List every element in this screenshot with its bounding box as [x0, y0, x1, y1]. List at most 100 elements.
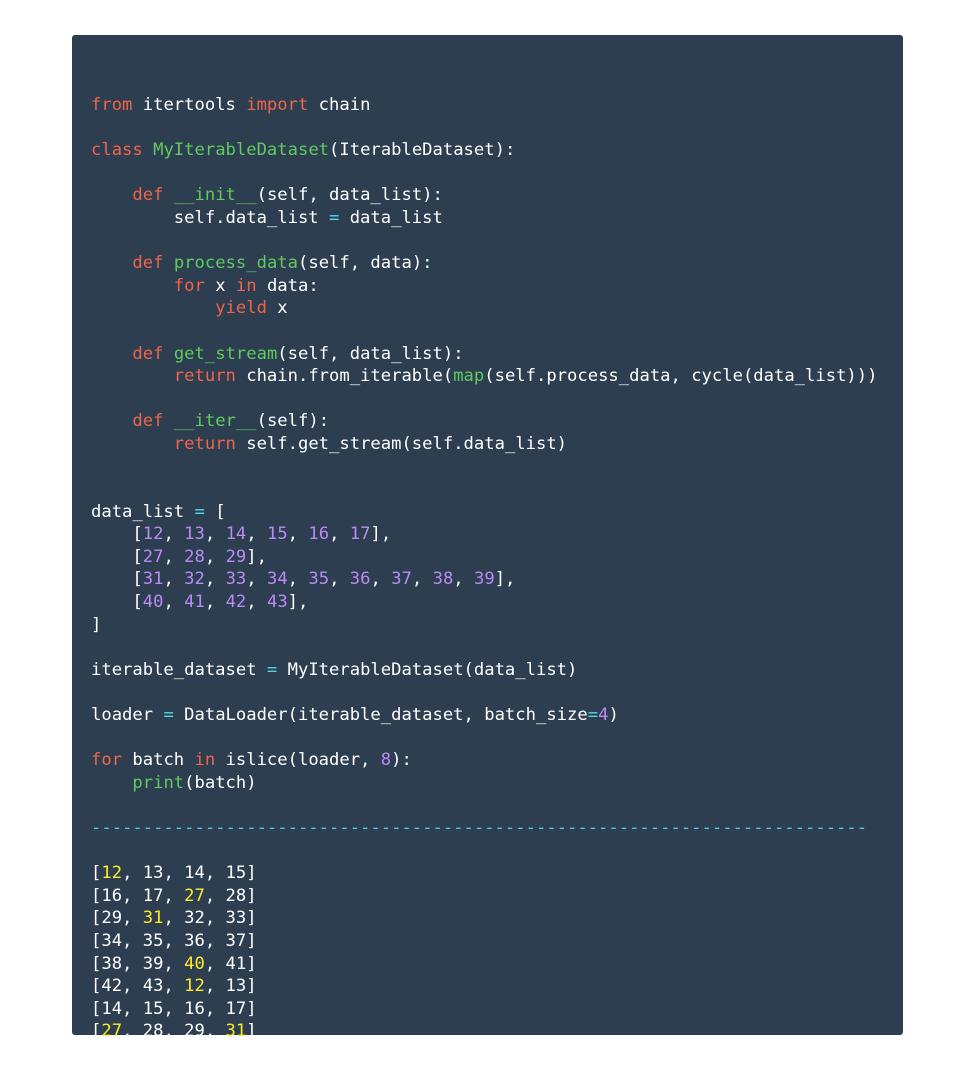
- code-text: (batch): [184, 772, 257, 793]
- code-text: DataLoader(iterable_dataset, batch_size: [173, 705, 588, 726]
- number-token: 29: [225, 546, 247, 567]
- code-text: chain: [308, 95, 371, 115]
- code-line: for batch in islice(loader, 8):: [91, 749, 903, 772]
- highlighted-value: 12: [184, 976, 205, 997]
- number-token: 33: [225, 569, 247, 590]
- code-line: [31, 32, 33, 34, 35, 36, 37, 38, 39],: [91, 568, 903, 591]
- code-text: ):: [391, 750, 412, 771]
- code-text: ,: [163, 546, 185, 567]
- code-line: ----------------------------------------…: [91, 817, 903, 840]
- highlighted-value: 27: [184, 885, 205, 906]
- code-text: [38, 39,: [91, 953, 185, 974]
- number-token: 34: [266, 569, 288, 590]
- highlighted-value: 12: [101, 863, 123, 884]
- code-text: [: [91, 569, 143, 590]
- code-line: from itertools import chain: [91, 94, 903, 117]
- code-text: ,: [287, 569, 309, 590]
- keyword-token: return: [173, 433, 236, 454]
- number-token: 35: [308, 569, 330, 590]
- code-text: ,: [329, 569, 350, 590]
- code-text: [42, 43,: [91, 976, 185, 997]
- number-token: 41: [184, 592, 205, 613]
- code-line: [12, 13, 14, 15, 16, 17],: [91, 523, 903, 546]
- operator-token: =: [194, 501, 205, 522]
- code-text: self.data_list: [91, 207, 329, 228]
- function-token: process_data: [173, 253, 298, 274]
- number-token: 27: [142, 546, 164, 567]
- keyword-token: yield: [215, 298, 267, 319]
- code-text: data_list: [91, 501, 195, 522]
- code-text: ]: [246, 1021, 257, 1042]
- code-text: , 41]: [204, 953, 257, 974]
- code-text: data:: [256, 275, 319, 296]
- keyword-token: in: [235, 275, 257, 296]
- code-text: x: [204, 275, 236, 296]
- code-text: ,: [204, 569, 226, 590]
- code-text: [29,: [91, 908, 143, 929]
- code-text: , 13, 14, 15]: [122, 863, 257, 884]
- code-text: (self, data):: [298, 253, 433, 274]
- code-text: ,: [287, 524, 309, 545]
- code-line: data_list = [: [91, 501, 903, 524]
- code-text: ],: [246, 546, 267, 567]
- code-text: ,: [246, 524, 267, 545]
- code-text: ,: [163, 592, 185, 613]
- code-text: ,: [204, 592, 226, 613]
- keyword-token: for: [91, 750, 123, 771]
- keyword-token: import: [246, 95, 309, 115]
- code-text: ,: [204, 546, 226, 567]
- number-token: 31: [142, 569, 164, 590]
- number-token: 28: [184, 546, 205, 567]
- function-token: get_stream: [173, 343, 278, 364]
- code-text: ],: [494, 569, 516, 590]
- keyword-token: in: [194, 750, 216, 771]
- code-text: ]: [91, 614, 102, 635]
- code-text: self.get_stream(self.data_list): [235, 433, 568, 454]
- code-text: [: [204, 501, 226, 522]
- highlighted-value: 40: [184, 953, 205, 974]
- code-text: [: [91, 1021, 102, 1042]
- keyword-token: return: [173, 366, 236, 387]
- code-text: ,: [411, 569, 433, 590]
- code-text: ,: [163, 524, 185, 545]
- code-text: [14, 15, 16, 17]: [91, 998, 257, 1019]
- keyword-token: def: [132, 253, 164, 274]
- function-token: __init__: [173, 185, 257, 206]
- code-text: x: [266, 298, 288, 319]
- code-text: ): [608, 705, 619, 726]
- code-text: (self):: [256, 411, 330, 432]
- highlighted-value: 31: [225, 1021, 247, 1042]
- code-line: iterable_dataset = MyIterableDataset(dat…: [91, 659, 903, 682]
- code-text: data_list: [339, 207, 443, 228]
- code-line: for x in data:: [91, 275, 903, 298]
- operator-token: =: [266, 659, 278, 680]
- code-line: def process_data(self, data):: [91, 252, 903, 275]
- keyword-token: def: [132, 185, 164, 206]
- code-text: ,: [329, 524, 350, 545]
- code-line: [27, 28, 29],: [91, 546, 903, 569]
- code-text: iterable_dataset: [91, 659, 267, 680]
- number-token: 15: [266, 524, 288, 545]
- code-text: (self, data_list):: [277, 343, 464, 364]
- code-text: (self, data_list):: [256, 185, 443, 206]
- code-text: ,: [453, 569, 474, 590]
- code-text: , 13]: [204, 976, 257, 997]
- number-token: 12: [142, 524, 164, 545]
- number-token: 43: [266, 592, 288, 613]
- number-token: 38: [432, 569, 454, 590]
- code-text: (IterableDataset):: [329, 140, 516, 161]
- number-token: 32: [184, 569, 205, 590]
- number-token: 39: [474, 569, 495, 590]
- function-token: __iter__: [173, 411, 257, 432]
